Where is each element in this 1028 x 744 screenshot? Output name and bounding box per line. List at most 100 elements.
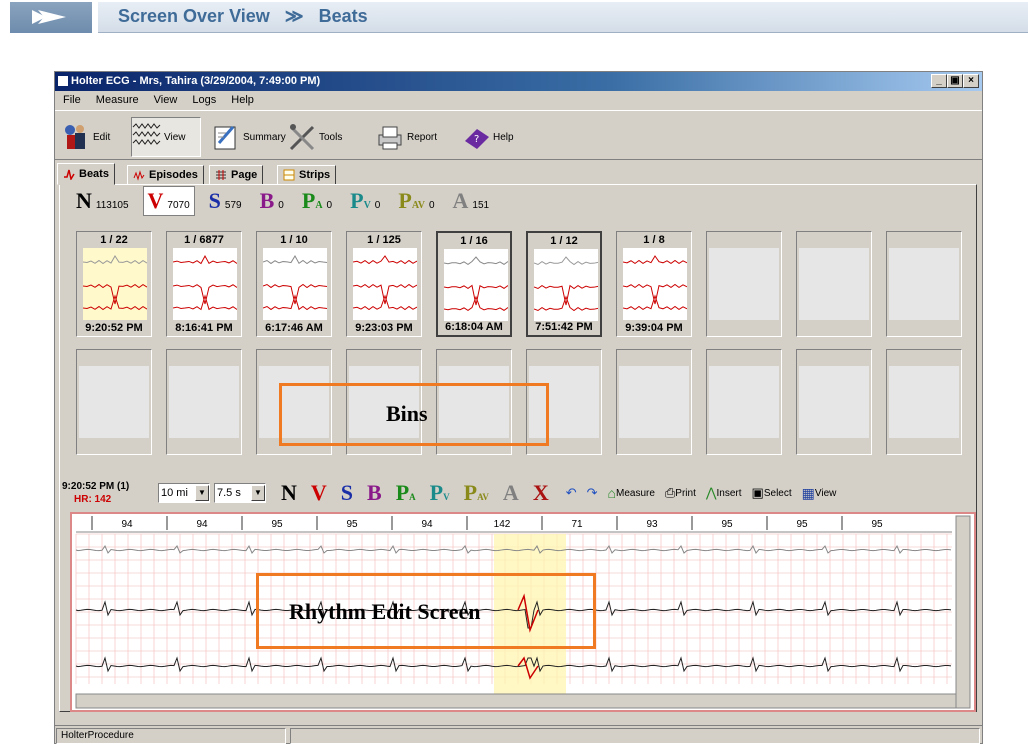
bin-count: 1 / 16 — [460, 235, 488, 247]
rhythm-class-0[interactable]: N — [281, 480, 297, 506]
tools-button[interactable]: Tools — [287, 117, 342, 157]
beat-hr-label: 93 — [646, 519, 658, 530]
tab-beats[interactable]: Beats — [57, 163, 115, 185]
tab-strips[interactable]: Strips — [277, 165, 337, 185]
beat-template-graph — [533, 256, 599, 312]
insert-button[interactable]: ⋀ Insert — [706, 485, 742, 501]
rhythm-class-letter: B — [367, 480, 382, 505]
menu-file[interactable]: File — [63, 94, 81, 106]
empty-bin[interactable] — [886, 349, 962, 455]
beat-bin[interactable]: 1 / 6877 8:16:41 PM — [166, 231, 242, 337]
rhythm-class-letter: A — [502, 480, 519, 505]
class-count: 0 — [326, 200, 333, 211]
empty-bin[interactable] — [616, 349, 692, 455]
tab-page[interactable]: Page — [209, 165, 264, 185]
class-filter-3[interactable]: B0 — [256, 187, 288, 215]
empty-bin[interactable] — [706, 231, 782, 337]
beat-bin[interactable]: 1 / 8 9:39:04 PM — [616, 231, 692, 337]
status-bar: HolterProcedure — [54, 725, 983, 744]
window-titlebar[interactable]: Holter ECG - Mrs, Tahira (3/29/2004, 7:4… — [55, 72, 982, 91]
tab-page-label: Page — [231, 169, 258, 181]
class-filter-6[interactable]: P AV 0 — [394, 187, 438, 215]
vertical-scrollbar[interactable] — [955, 515, 971, 709]
tab-strip: Beats Episodes Page Strips — [55, 163, 982, 185]
bin-image — [799, 366, 869, 438]
bin-time: 9:20:52 PM — [85, 322, 143, 334]
beat-bin[interactable]: 1 / 12 7:51:42 PM — [526, 231, 602, 337]
rhythm-class-letter: P — [429, 480, 444, 505]
class-filter-0[interactable]: N 113105 — [72, 187, 133, 215]
overview-banner: Screen Over View ≫ Beats — [10, 2, 1028, 33]
class-filter-2[interactable]: S 579 — [205, 187, 246, 215]
class-filter-7[interactable]: A 151 — [449, 187, 494, 215]
banner-crumb: Beats — [318, 6, 368, 26]
menu-measure[interactable]: Measure — [96, 94, 139, 106]
time-span-select[interactable]: 10 mi ▼ — [158, 483, 210, 503]
select-button[interactable]: ▣ Select — [752, 485, 792, 501]
rhythm-class-buttons: N V S B PA PV PAV A X — [274, 480, 556, 506]
tab-episodes[interactable]: Episodes — [127, 165, 204, 185]
redo-icon[interactable]: ↷ — [587, 485, 598, 501]
print-button[interactable]: ⎙ Print — [665, 485, 696, 501]
rhythm-heart-rate: HR: 142 — [74, 494, 112, 505]
edit-button[interactable]: Edit — [61, 117, 110, 157]
class-letter: A — [452, 188, 469, 213]
menu-view[interactable]: View — [154, 94, 178, 106]
undo-icon[interactable]: ↶ — [566, 485, 577, 501]
rhythm-annotation-label: Rhythm Edit Screen — [289, 599, 481, 624]
rhythm-class-3[interactable]: B — [367, 480, 382, 506]
summary-button[interactable]: Summary — [211, 117, 286, 157]
rhythm-class-letter: S — [340, 480, 354, 505]
empty-bin[interactable] — [796, 349, 872, 455]
minimize-button[interactable]: _ — [931, 74, 947, 88]
empty-bin[interactable] — [796, 231, 872, 337]
bin-count: 1 / 8 — [643, 234, 665, 246]
class-filter-1[interactable]: V 7070 — [142, 186, 195, 216]
class-count: 151 — [472, 200, 490, 211]
rhythm-class-1[interactable]: V — [311, 480, 327, 506]
beat-bin[interactable]: 1 / 22 9:20:52 PM — [76, 231, 152, 337]
empty-bin[interactable] — [886, 231, 962, 337]
rhythm-class-8[interactable]: X — [533, 480, 549, 506]
rhythm-class-2[interactable]: S — [341, 480, 353, 506]
beat-bin[interactable]: 1 / 10 6:17:46 AM — [256, 231, 332, 337]
bin-image — [82, 248, 148, 320]
class-subscript: AV — [411, 200, 425, 211]
close-button[interactable]: × — [963, 74, 979, 88]
rhythm-class-letter: X — [532, 480, 549, 505]
horizontal-scrollbar[interactable] — [75, 693, 957, 709]
empty-bin[interactable] — [166, 349, 242, 455]
select-label: Select — [763, 487, 792, 499]
beat-bin[interactable]: 1 / 125 9:23:03 PM — [346, 231, 422, 337]
insert-icon: ⋀ — [705, 485, 717, 500]
class-letter: P — [301, 188, 316, 213]
rhythm-class-7[interactable]: A — [503, 480, 519, 506]
view-button[interactable]: View — [131, 117, 201, 157]
class-letter: P — [350, 188, 364, 213]
rhythm-class-6[interactable]: PAV — [464, 480, 489, 506]
beat-hr-label: 94 — [196, 519, 208, 530]
bin-time: 9:39:04 PM — [625, 322, 683, 334]
beat-hr-label: 142 — [494, 519, 511, 530]
class-filter-5[interactable]: PV0 — [346, 187, 384, 215]
rhythm-class-4[interactable]: PA — [396, 480, 416, 506]
empty-bin[interactable] — [706, 349, 782, 455]
beat-bin[interactable]: 1 / 16 6:18:04 AM — [436, 231, 512, 337]
empty-bin[interactable] — [76, 349, 152, 455]
beat-template-graph — [172, 254, 238, 311]
bin-image — [169, 366, 239, 438]
rhythm-class-5[interactable]: PV — [430, 480, 450, 506]
help-button[interactable]: ? Help — [461, 117, 514, 157]
class-filter-4[interactable]: PA0 — [298, 187, 336, 215]
bin-image — [709, 366, 779, 438]
class-letter: V — [147, 188, 164, 213]
menu-logs[interactable]: Logs — [192, 94, 216, 106]
bin-count: 1 / 10 — [280, 234, 308, 246]
measure-button[interactable]: ⌂ Measure — [608, 485, 655, 501]
time-scale-select[interactable]: 7.5 s ▼ — [214, 483, 266, 503]
rhythm-view-button[interactable]: ▦ View — [802, 485, 837, 502]
bin-image — [172, 248, 238, 320]
report-button[interactable]: Report — [375, 117, 437, 157]
menu-help[interactable]: Help — [231, 94, 254, 106]
maximize-button[interactable]: ▣ — [947, 74, 963, 88]
